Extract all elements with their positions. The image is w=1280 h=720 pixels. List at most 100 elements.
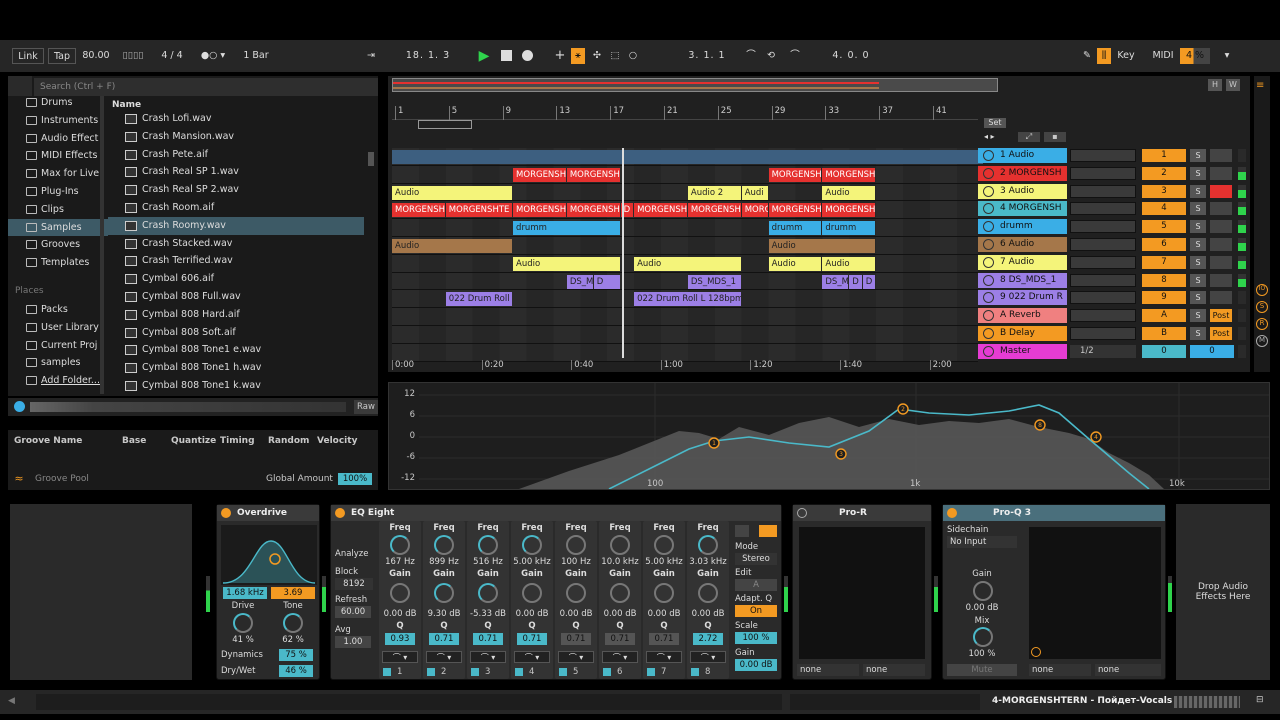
quantize-menu[interactable]: 1 Bar — [234, 48, 278, 64]
arrangement-clip[interactable]: Audio — [822, 185, 876, 200]
device-on-icon[interactable] — [797, 508, 807, 518]
loop-length[interactable]: 4. 0. 0 — [816, 48, 886, 64]
band-on-icon[interactable] — [647, 667, 655, 676]
filter-type-select[interactable]: ⌒ ▾ — [646, 651, 682, 663]
track-play-icon[interactable] — [983, 345, 994, 357]
solo-button[interactable]: S — [1190, 327, 1206, 340]
track-header[interactable]: 7 Audio — [978, 254, 1067, 270]
arrangement-clip[interactable]: MORGENSH — [822, 203, 876, 218]
overdub-icon[interactable]: ✣ — [590, 48, 604, 64]
file-list-item[interactable]: Crash Pete.aif — [108, 146, 364, 164]
arrangement-position-icon[interactable]: ⇥ — [360, 48, 382, 64]
file-list-item[interactable]: Cymbal 808 Hard.aif — [108, 306, 364, 324]
track-number[interactable]: 4 — [1142, 202, 1186, 216]
track-number[interactable]: B — [1142, 327, 1186, 340]
band-on-icon[interactable] — [515, 667, 523, 676]
q-value[interactable]: 0.71 — [561, 633, 591, 645]
arrangement-clip[interactable]: MORGENSH — [634, 203, 687, 218]
track-header[interactable]: B Delay — [978, 326, 1067, 341]
headphone-icon[interactable] — [735, 525, 749, 537]
solo-button[interactable]: S — [1190, 220, 1206, 234]
band-toggle[interactable]: 5 — [559, 666, 593, 678]
sidebar-item-samples[interactable]: Samples — [8, 218, 108, 237]
track-play-icon[interactable] — [983, 203, 994, 215]
scale-value[interactable]: 100 % — [735, 632, 777, 644]
drywet-value[interactable]: 46 % — [279, 665, 313, 677]
mute-button[interactable]: Mute — [947, 664, 1017, 676]
arrangement-clip[interactable]: D — [849, 274, 862, 289]
track-header[interactable]: drumm — [978, 219, 1067, 235]
track-number[interactable]: 3 — [1142, 184, 1186, 198]
arrangement-clip[interactable]: 022 Drum Roll — [445, 292, 513, 307]
punch-out-icon[interactable]: ⌒ — [786, 48, 804, 64]
track-play-icon[interactable] — [983, 292, 994, 304]
file-list-scrollbar[interactable] — [368, 152, 374, 166]
add-icon[interactable]: + — [553, 48, 567, 64]
mix-knob[interactable] — [973, 627, 993, 647]
add-folder-link[interactable]: Add Folder... — [8, 372, 108, 390]
arm-button[interactable] — [1210, 184, 1232, 198]
follow-icon[interactable]: ●○ ▾ — [196, 48, 230, 64]
gain-knob[interactable] — [390, 583, 410, 603]
track-play-icon[interactable] — [983, 328, 994, 339]
band-toggle[interactable]: 2 — [427, 666, 461, 678]
preview-icon[interactable] — [14, 401, 25, 412]
sidebar-item-drums[interactable]: Drums — [8, 94, 108, 112]
track-volume-slot[interactable] — [1070, 255, 1136, 269]
track-header[interactable]: Master — [978, 343, 1067, 359]
track-play-icon[interactable] — [983, 185, 994, 197]
device-on-icon[interactable] — [221, 508, 231, 518]
track-play-icon[interactable] — [983, 239, 994, 250]
master-cue[interactable]: 0 — [1190, 344, 1234, 358]
arm-button[interactable] — [1210, 220, 1232, 234]
sidebar-item-plugins[interactable]: Plug-Ins — [8, 183, 108, 201]
sidebar-item-clips[interactable]: Clips — [8, 201, 108, 219]
file-list-item[interactable]: Cymbal 808 Tone1 k.wav — [108, 377, 364, 394]
sidebar-item-current-project[interactable]: Current Proj — [8, 337, 108, 355]
file-list-item[interactable]: Crash Roomy.wav — [108, 216, 364, 235]
pro-r-plugin-window[interactable] — [799, 527, 925, 659]
band-on-icon[interactable] — [383, 667, 391, 676]
track-play-icon[interactable] — [983, 167, 994, 179]
arrangement-clip[interactable] — [392, 150, 983, 164]
zoom-icon[interactable]: ⤢ — [1018, 132, 1040, 142]
solo-button[interactable]: S — [1190, 149, 1206, 162]
arrangement-clip[interactable]: 022 Drum Roll L 128bpm — [634, 292, 741, 307]
track-volume-slot[interactable] — [1070, 166, 1136, 180]
arrangement-clip[interactable]: MORGENSH — [768, 167, 822, 182]
arrangement-clip[interactable]: DS_MDS_1 — [687, 274, 741, 289]
track-number[interactable]: 7 — [1142, 255, 1186, 269]
track-play-icon[interactable] — [983, 274, 994, 286]
overdrive-freq-value[interactable]: 1.68 kHz — [223, 587, 267, 599]
arrangement-clip[interactable]: MORGENSH — [513, 203, 566, 218]
arrangement-clip[interactable]: MORGENSH — [392, 203, 445, 218]
arrangement-clip[interactable]: MORGENSHTE — [445, 203, 513, 218]
arrangement-clip[interactable]: Audio — [392, 185, 513, 200]
track-volume-slot[interactable] — [1070, 327, 1136, 340]
keyboard-icon[interactable]: ⫼ — [1097, 48, 1111, 64]
clip-area[interactable]: MORGENSH MORGENSH MORGENSH MORGENSH Audio Aud… — [392, 148, 983, 358]
file-list-item[interactable]: Crash Stacked.wav — [108, 235, 364, 253]
sidechain-select[interactable]: No Input — [947, 536, 1017, 548]
arrangement-clip[interactable]: MORGENSH — [768, 203, 822, 218]
track-number[interactable]: 6 — [1142, 238, 1186, 251]
adapt-q-toggle[interactable]: On — [735, 605, 777, 617]
punch-in-icon[interactable]: ⌒ — [742, 48, 760, 64]
file-list-item[interactable]: Cymbal 808 Tone1 h.wav — [108, 359, 364, 377]
band-on-icon[interactable] — [603, 667, 611, 676]
overview-bar[interactable] — [392, 78, 998, 92]
beat-ruler[interactable]: 1 5 9 13 17 21 25 29 33 37 41 — [392, 106, 978, 120]
freq-knob[interactable] — [698, 535, 718, 555]
q-value[interactable]: 0.71 — [473, 633, 503, 645]
filter-type-select[interactable]: ⌒ ▾ — [382, 651, 418, 663]
track-volume-slot[interactable] — [1070, 238, 1136, 251]
solo-button[interactable]: S — [1190, 238, 1206, 251]
track-volume-slot[interactable] — [1070, 220, 1136, 234]
loop-switch-icon[interactable]: ⟲ — [762, 48, 780, 64]
gain-knob[interactable] — [698, 583, 718, 603]
arrangement-clip[interactable]: MORGENSH — [566, 167, 620, 182]
arrangement-clip[interactable]: drumm — [513, 221, 620, 236]
lock-icon[interactable]: ▪ — [1044, 132, 1066, 142]
pro-q-plugin-window[interactable] — [1029, 527, 1161, 659]
time-signature[interactable]: 4 / 4 — [154, 48, 190, 64]
